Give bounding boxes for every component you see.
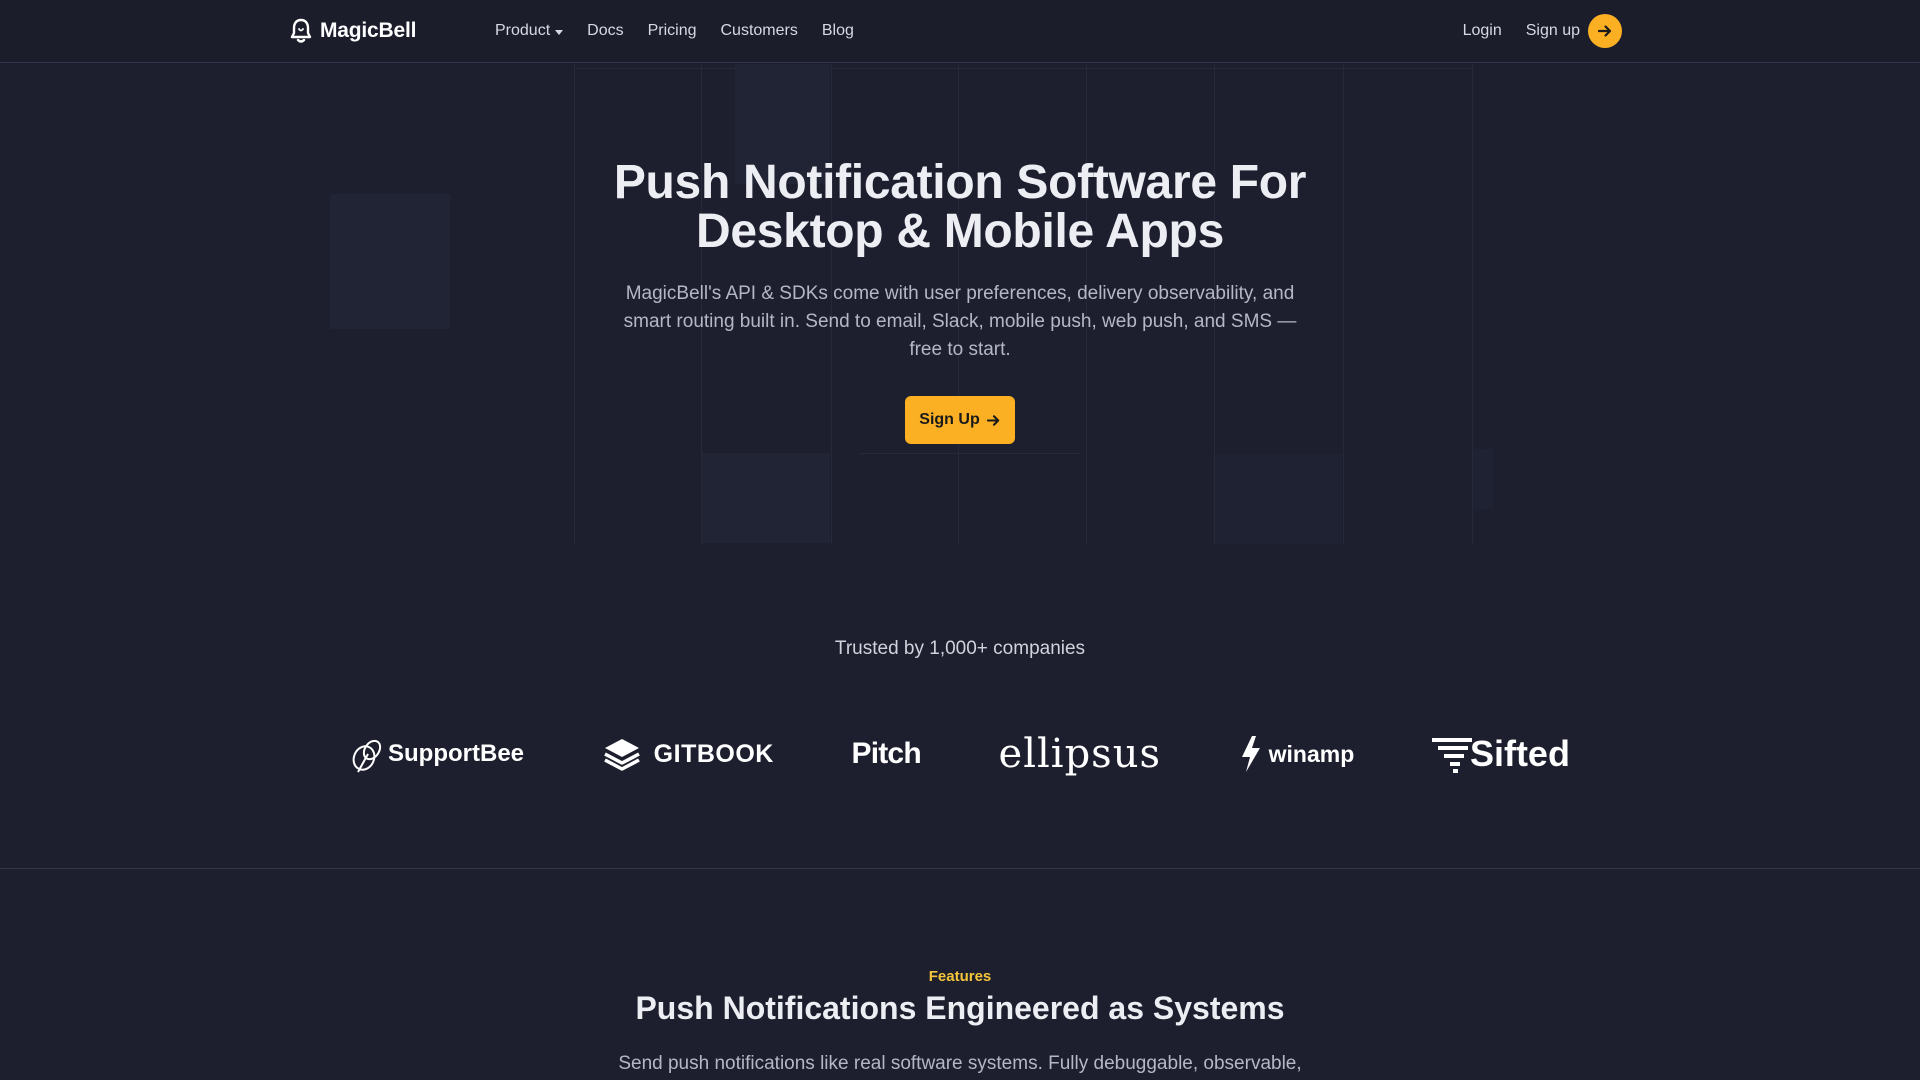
brand-name: MagicBell (320, 19, 417, 42)
hero-subtitle-line-2: smart routing built in. Send to email, S… (623, 311, 1297, 332)
grid-tile (330, 194, 450, 329)
logo-winamp: winamp (1239, 735, 1355, 773)
arrow-right-icon (1597, 25, 1612, 37)
page: MagicBell Product Docs Pricing Customers… (0, 0, 1920, 1080)
arrow-right-icon (986, 414, 999, 426)
signup-arrow-button[interactable] (1588, 14, 1622, 48)
login-link[interactable]: Login (1463, 22, 1502, 40)
grid-line (574, 68, 1474, 69)
signup-label: Sign up (1525, 22, 1580, 39)
logo-ellipsus-text: ellipsus (998, 731, 1161, 777)
section-divider (0, 868, 1920, 869)
lightning-icon (1241, 736, 1260, 772)
nav-links: Product Docs Pricing Customers Blog (495, 20, 878, 42)
grid-tile (1215, 454, 1342, 544)
brand-logo-link[interactable]: MagicBell (290, 16, 416, 46)
hero-signup-label: Sign Up (919, 411, 980, 428)
nav-blog[interactable]: Blog (822, 22, 854, 40)
hero-title: Push Notification Software For Desktop &… (460, 158, 1460, 256)
nav-pricing[interactable]: Pricing (648, 22, 697, 40)
nav-actions: Login Sign up (1463, 14, 1622, 48)
trusted-heading: Trusted by 1,000+ companies (834, 638, 1086, 659)
logo-gitbook-text: GITBOOK (653, 739, 774, 768)
features-subtitle: Send push notifications like real softwa… (618, 1053, 1302, 1074)
nav-product-label: Product (495, 22, 551, 39)
logo-sifted-text: Sifted (1469, 733, 1570, 774)
bell-icon (290, 18, 312, 43)
logo-ellipsus: ellipsus (999, 731, 1161, 777)
logo-supportbee: SupportBee (350, 734, 524, 774)
grid-tile (702, 453, 830, 543)
features-eyebrow: Features (928, 968, 992, 985)
grid-line (574, 64, 575, 544)
logo-winamp-text: winamp (1268, 740, 1355, 767)
chevron-down-icon (555, 29, 564, 35)
logo-pitch-text: Pitch (851, 737, 922, 770)
logo-pitch: Pitch (851, 737, 922, 771)
hero-subtitle-line-1: MagicBell's API & SDKs come with user pr… (625, 283, 1295, 304)
features-title: Push Notifications Engineered as Systems (635, 990, 1285, 1026)
nav-docs[interactable]: Docs (587, 22, 623, 40)
supportbee-icon (352, 739, 382, 773)
logo-sifted: Sifted (1431, 733, 1570, 775)
signup-link[interactable]: Sign up (1526, 14, 1622, 48)
customer-logos: SupportBee GITBOOK Pitch ellipsus winamp (350, 728, 1570, 780)
hero-title-line-2: Desktop & Mobile Apps (696, 205, 1224, 258)
grid-line (1343, 64, 1344, 544)
nav-product[interactable]: Product (495, 22, 564, 40)
grid-tile (1473, 449, 1493, 509)
gitbook-icon (603, 739, 640, 771)
logo-supportbee-text: SupportBee (388, 740, 525, 767)
top-navigation: MagicBell Product Docs Pricing Customers… (0, 0, 1920, 63)
nav-customers[interactable]: Customers (721, 22, 798, 40)
hero-title-line-1: Push Notification Software For (613, 156, 1307, 209)
sifted-icon (1431, 738, 1472, 773)
hero-subtitle-line-3: free to start. (909, 339, 1011, 360)
hero-subtitle: MagicBell's API & SDKs come with user pr… (585, 280, 1335, 364)
logo-gitbook: GITBOOK (602, 736, 774, 772)
grid-line (860, 453, 1080, 454)
hero-signup-button[interactable]: Sign Up (905, 396, 1015, 444)
